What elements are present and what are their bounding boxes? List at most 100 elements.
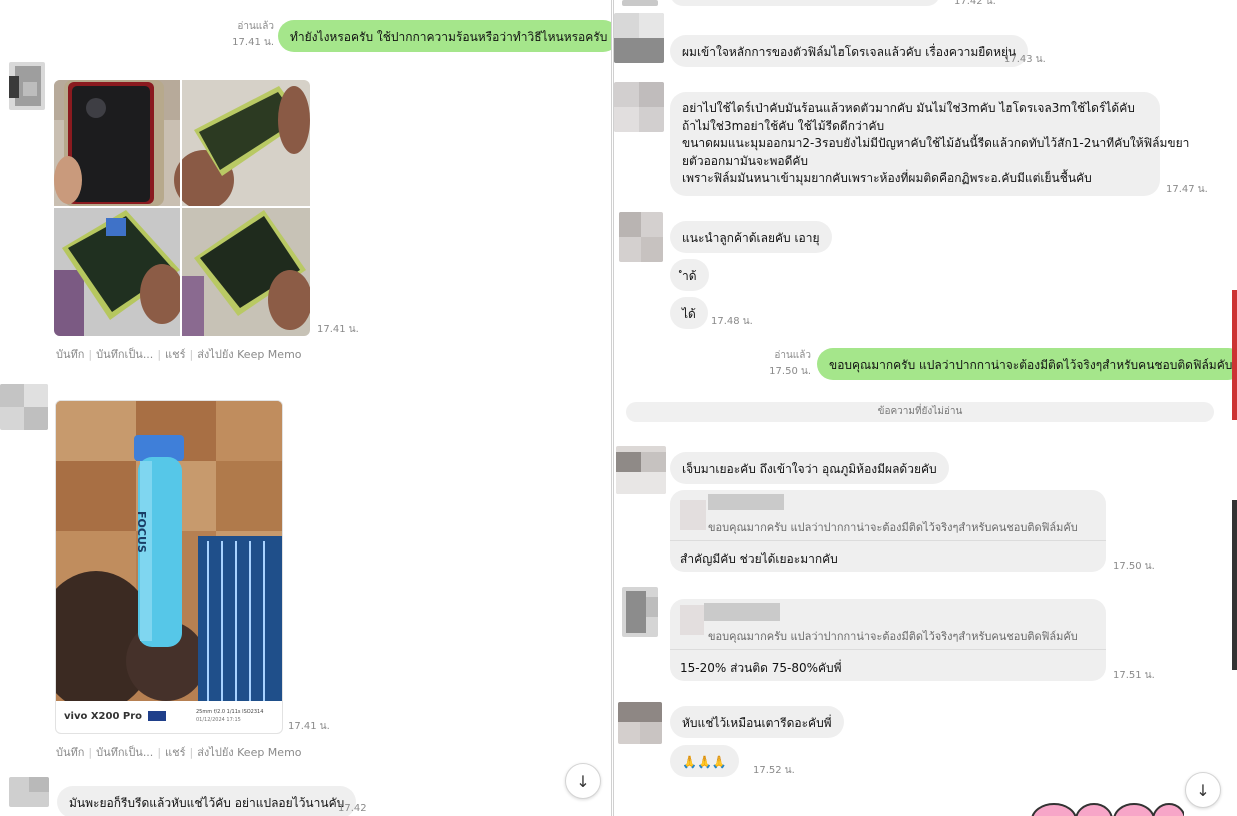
message-time: 17.43 น. [1004, 54, 1046, 65]
message-time: 17.42 [338, 803, 367, 814]
avatar[interactable] [9, 62, 45, 110]
media-actions: บันทึก | บันทึกเป็น... | แชร์ | ส่งไปยัง Keep … [56, 348, 302, 361]
message-text: ทำยังไงหรอครับ ใช้ปากกาความร้อนหรือว่าทำ… [290, 30, 608, 44]
save-action[interactable]: บันทึก [56, 348, 84, 361]
photo-image [56, 401, 282, 711]
share-action[interactable]: แชร์ [165, 746, 185, 759]
reply-message[interactable]: ขอบคุณมากครับ แปลว่าปากกาน่าจะต้องมีติดไ… [670, 490, 1106, 572]
message-text: 15-20% ส่วนติด 75-80%คับพี่ [680, 661, 842, 675]
quoted-sender-name [708, 494, 784, 510]
sticker-partial [1024, 796, 1184, 816]
avatar[interactable] [622, 587, 658, 637]
message-time: 17.42 น. [954, 0, 996, 7]
avatar-image [616, 446, 666, 494]
avatar-image [614, 82, 664, 132]
reply-quote-block: ขอบคุณมากครับ แปลว่าปากกาน่าจะต้องมีติดไ… [670, 490, 1106, 541]
message-text: มันพะยอก็รีบรีดแล้วหับแช่ไว้คับ อย่าแปลอ… [69, 796, 345, 810]
background-window-edge [1232, 290, 1237, 420]
message-time: 17.41 น. [317, 324, 359, 335]
chat-pane-left[interactable]: อ่านแล้ว 17.41 น. ทำยังไงหรอครับ ใช้ปากก… [0, 0, 612, 816]
save-as-action[interactable]: บันทึกเป็น... [96, 746, 153, 759]
quoted-thumbnail [680, 605, 704, 635]
quoted-text: ขอบคุณมากครับ แปลว่าปากกาน่าจะต้องมีติดไ… [708, 630, 1078, 643]
camera-specs: 25mm f/2.0 1/11s ISO2314 [196, 709, 264, 715]
avatar[interactable] [622, 0, 658, 6]
quoted-text: ขอบคุณมากครับ แปลว่าปากกาน่าจะต้องมีติดไ… [708, 521, 1078, 534]
scroll-to-bottom-button[interactable]: ↓ [1185, 772, 1221, 808]
photo-grid[interactable] [54, 80, 310, 336]
message-bubble-incoming[interactable]: มันพะยอก็รีบรีดแล้วหับแช่ไว้คับ อย่าแปลอ… [57, 786, 357, 816]
message-time: 17.50 น. [1113, 561, 1155, 572]
message-bubble-incoming[interactable]: อย่าไปใช้ไดร์เป่าคับมันร้อนแล้วหดตัวมากค… [670, 92, 1190, 196]
message-text: ำด้ [682, 269, 697, 283]
avatar[interactable] [0, 384, 48, 430]
message-text: สำคัญมีคับ ช่วยได้เยอะมากคับ [680, 552, 838, 566]
avatar[interactable] [9, 777, 49, 807]
media-actions: บันทึก | บันทึกเป็น... | แชร์ | ส่งไปยัง Keep … [56, 746, 302, 759]
message-text: ขอบคุณมากครับ แปลว่าปากกาน่าจะต้องมีติดไ… [829, 358, 1233, 372]
message-bubble-incoming[interactable]: ได้ [670, 297, 708, 329]
camera-date: 01/12/2024 17:15 [196, 717, 241, 723]
avatar-image [614, 13, 664, 63]
message-line: ยตัวออกมามันจะพอดีคับ [682, 153, 809, 168]
message-time: 17.47 น. [1166, 184, 1208, 195]
share-action[interactable]: แชร์ [165, 348, 185, 361]
message-bubble-incoming[interactable]: ำด้ [670, 259, 709, 291]
avatar[interactable] [618, 702, 662, 744]
message-text: หับแช่ไว้เหมือนเตารีดอะคับพี่ [682, 716, 832, 730]
read-receipt: อ่านแล้ว 17.41 น. [232, 21, 274, 48]
avatar-image [9, 777, 49, 807]
avatar-image [619, 212, 663, 262]
message-line: เพราะฟิล์มมันหนาเข้ามุมยากคับเพราะห้องที… [682, 171, 1092, 185]
photo-watermark-bar: vivo X200 Pro 25mm f/2.0 1/11s ISO2314 0… [56, 701, 282, 733]
avatar[interactable] [614, 82, 664, 132]
avatar[interactable] [619, 212, 663, 262]
unread-messages-divider: ข้อความที่ยังไม่อ่าน [626, 402, 1214, 422]
zeiss-logo-icon [148, 711, 166, 721]
save-as-action[interactable]: บันทึกเป็น... [96, 348, 153, 361]
message-line: อย่าไปใช้ไดร์เป่าคับมันร้อนแล้วหดตัวมากค… [682, 101, 1135, 115]
arrow-down-icon: ↓ [576, 771, 590, 791]
praying-hands-emoji: 🙏🙏🙏 [682, 755, 727, 769]
quoted-thumbnail [680, 500, 706, 530]
reply-quote-block: ขอบคุณมากครับ แปลว่าปากกาน่าจะต้องมีติดไ… [670, 599, 1106, 650]
message-text: ได้ [682, 307, 696, 321]
product-logo-text: FOCUS [135, 511, 148, 553]
message-bubble-outgoing[interactable]: ทำยังไงหรอครับ ใช้ปากกาความร้อนหรือว่าทำ… [278, 20, 611, 52]
message-time: 17.41 น. [288, 721, 330, 732]
message-bubble-outgoing[interactable]: ขอบคุณมากครับ แปลว่าปากกาน่าจะต้องมีติดไ… [817, 348, 1237, 380]
message-time: 17.48 น. [711, 316, 753, 327]
avatar-image [9, 62, 45, 110]
photo-grid-image [54, 80, 310, 336]
message-time: 17.52 น. [753, 765, 795, 776]
avatar[interactable] [616, 446, 666, 494]
save-action[interactable]: บันทึก [56, 746, 84, 759]
avatar-image [618, 702, 662, 744]
message-text: แนะนำลูกค้าด้เลยคับ เอายุ [682, 231, 820, 245]
message-text: เจ็บมาเยอะคับ ถึงเข้าใจว่า อุณภูมิห้องมี… [682, 462, 937, 476]
message-bubble-incoming[interactable]: เจ็บมาเยอะคับ ถึงเข้าใจว่า อุณภูมิห้องมี… [670, 452, 949, 484]
message-bubble-incoming[interactable]: หับแช่ไว้เหมือนเตารีดอะคับพี่ [670, 706, 844, 738]
message-bubble-incoming[interactable]: ผมเข้าใจหลักการของตัวฟิล์มไฮโดรเจลแล้วคั… [670, 35, 1029, 67]
camera-brand: vivo X200 Pro [64, 711, 143, 722]
message-time: 17.51 น. [1113, 670, 1155, 681]
message-bubble-incoming[interactable] [670, 0, 940, 6]
message-line: ขนาดผมแนะมุมออกมา2-3รอบยังไม่มีปัญหาคับใ… [682, 136, 1190, 150]
message-line: ถ้าไม่ใช่3mอย่าใช้คับ ใช้ไม้รีดดีกว่าคับ [682, 118, 885, 133]
reply-message[interactable]: ขอบคุณมากครับ แปลว่าปากกาน่าจะต้องมีติดไ… [670, 599, 1106, 681]
avatar[interactable] [614, 13, 664, 63]
background-window-edge [1232, 500, 1237, 670]
photo-message[interactable]: FOCUS vivo X200 Pro 25mm f/2.0 1/11s ISO… [55, 400, 283, 734]
keep-memo-action[interactable]: ส่งไปยัง Keep Memo [197, 746, 301, 759]
arrow-down-icon: ↓ [1196, 780, 1210, 800]
chat-pane-right[interactable]: 17.42 น. ผมเข้าใจหลักการของตัวฟิล์มไฮโดร… [613, 0, 1237, 816]
avatar-image [622, 587, 658, 637]
read-receipt: อ่านแล้ว 17.50 น. [769, 350, 811, 377]
message-text: ผมเข้าใจหลักการของตัวฟิล์มไฮโดรเจลแล้วคั… [682, 45, 1017, 59]
avatar-image [0, 384, 48, 430]
emoji-message[interactable]: 🙏🙏🙏 [670, 745, 739, 777]
scroll-to-bottom-button[interactable]: ↓ [565, 763, 601, 799]
quoted-sender-name [704, 603, 780, 621]
message-bubble-incoming[interactable]: แนะนำลูกค้าด้เลยคับ เอายุ [670, 221, 832, 253]
keep-memo-action[interactable]: ส่งไปยัง Keep Memo [197, 348, 301, 361]
